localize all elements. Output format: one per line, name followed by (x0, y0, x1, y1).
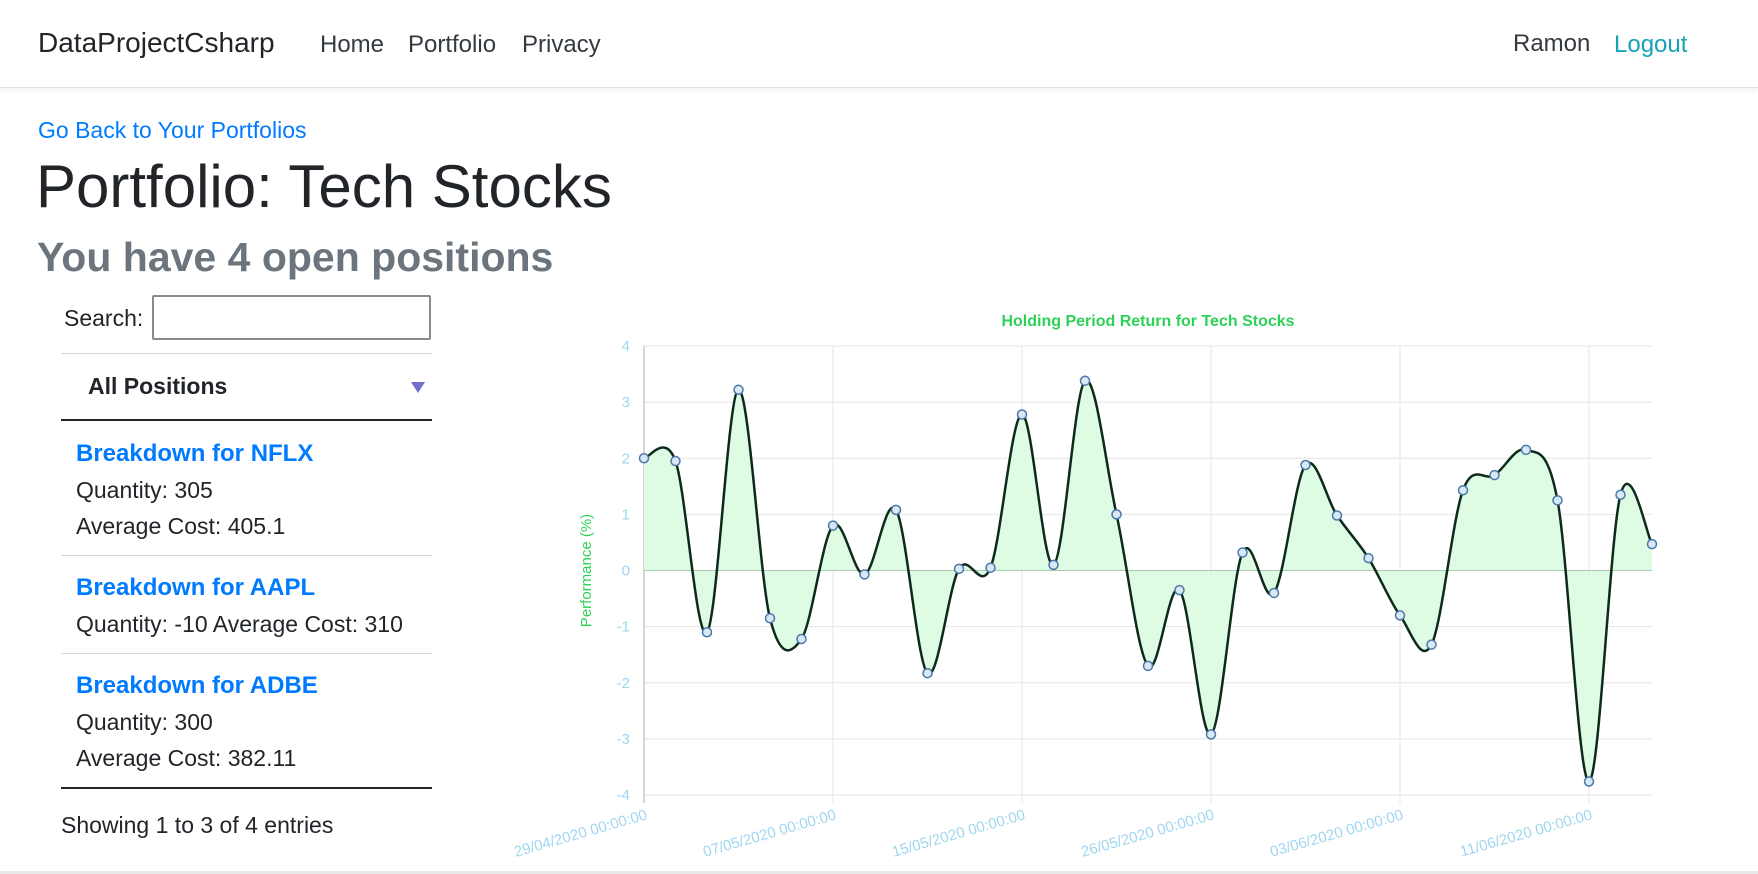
data-point (1583, 776, 1595, 787)
data-point (1552, 495, 1563, 506)
entries-info: Showing 1 to 3 of 4 entries (61, 812, 334, 838)
caret-down-icon (411, 382, 425, 393)
data-point (890, 504, 902, 516)
table-bottom-rule (61, 787, 432, 789)
data-point (1048, 559, 1059, 571)
panel-divider (61, 555, 432, 556)
y-tick-label: 0 (622, 563, 630, 580)
open-positions-subtitle: You have 4 open positions (37, 234, 554, 280)
y-tick-label: -4 (617, 787, 630, 804)
data-point (701, 626, 713, 638)
data-point (1646, 538, 1658, 550)
data-point (1268, 587, 1280, 599)
x-tick-label: 11/06/2020 00:00:00 (1458, 807, 1594, 861)
chart-title: Holding Period Return for Tech Stocks (1001, 313, 1294, 330)
user-name: Ramon (1513, 30, 1591, 57)
positions-filter-dropdown[interactable]: All Positions (61, 353, 432, 421)
y-tick-label: 2 (622, 450, 630, 467)
x-tick-label: 07/05/2020 00:00:00 (701, 807, 838, 861)
x-tick-label: 29/04/2020 00:00:00 (512, 807, 649, 861)
data-point (953, 563, 965, 575)
chart-y-axis-label: Performance (%) (578, 514, 595, 627)
data-point (1489, 469, 1500, 481)
data-point (1142, 660, 1154, 672)
data-point (1300, 459, 1311, 471)
position-link-adbe[interactable]: Breakdown for ADBE (76, 672, 318, 700)
data-point (1174, 584, 1185, 596)
data-point (796, 633, 807, 645)
x-tick-label: 15/05/2020 00:00:00 (890, 807, 1027, 861)
panel-divider (61, 653, 432, 654)
y-tick-label: -3 (617, 731, 630, 748)
nav-link-portfolio[interactable]: Portfolio (408, 31, 496, 59)
data-point (1363, 552, 1374, 564)
series-area-fill (644, 380, 1652, 782)
data-point (827, 520, 839, 531)
y-tick-label: -2 (617, 675, 630, 692)
nav-link-home[interactable]: Home (320, 31, 384, 59)
position-link-aapl[interactable]: Breakdown for AAPL (76, 574, 315, 602)
page-title: Portfolio: Tech Stocks (36, 153, 612, 220)
x-tick-label: 26/05/2020 00:00:00 (1079, 807, 1216, 861)
data-point (1426, 639, 1437, 650)
position-quantity: Quantity: 305 (76, 477, 213, 503)
data-point (985, 562, 996, 573)
position-quantity: Quantity: 300 (76, 709, 213, 735)
data-point (733, 384, 744, 396)
dropdown-selected-value: All Positions (88, 373, 228, 399)
chart-svg: Holding Period Return for Tech Stocks Per… (512, 313, 1658, 861)
data-point (1016, 409, 1028, 420)
y-tick-label: 4 (622, 338, 630, 355)
y-tick-label: 3 (622, 394, 630, 411)
top-navbar: DataProjectCsharp Home Portfolio Privacy… (0, 0, 1758, 88)
data-point (764, 612, 776, 624)
data-point (1520, 444, 1532, 456)
y-tick-label: 1 (622, 506, 630, 523)
data-point (1615, 489, 1626, 500)
data-point (1079, 375, 1091, 387)
data-point (1111, 509, 1122, 520)
data-point (638, 453, 650, 464)
position-average-cost: Average Cost: 405.1 (76, 513, 286, 539)
data-point (922, 667, 933, 679)
data-point (1394, 610, 1406, 621)
data-point (670, 455, 681, 467)
data-point (859, 569, 870, 580)
data-point (1205, 729, 1217, 740)
data-point (1457, 484, 1469, 496)
data-point (1331, 510, 1343, 521)
logout-link[interactable]: Logout (1614, 31, 1687, 59)
holding-period-return-chart: Holding Period Return for Tech Stocks Per… (470, 300, 1670, 874)
nav-link-privacy[interactable]: Privacy (522, 31, 601, 59)
position-quantity-cost: Quantity: -10 Average Cost: 310 (76, 611, 403, 637)
x-tick-label: 03/06/2020 00:00:00 (1268, 807, 1405, 861)
search-label: Search: (64, 305, 144, 331)
position-average-cost: Average Cost: 382.11 (76, 745, 297, 771)
y-tick-label: -1 (617, 619, 630, 636)
brand-link[interactable]: DataProjectCsharp (38, 27, 275, 59)
data-point (1237, 547, 1248, 558)
back-to-portfolios-link[interactable]: Go Back to Your Portfolios (38, 117, 307, 144)
position-link-nflx[interactable]: Breakdown for NFLX (76, 440, 313, 468)
search-input[interactable] (152, 295, 431, 340)
